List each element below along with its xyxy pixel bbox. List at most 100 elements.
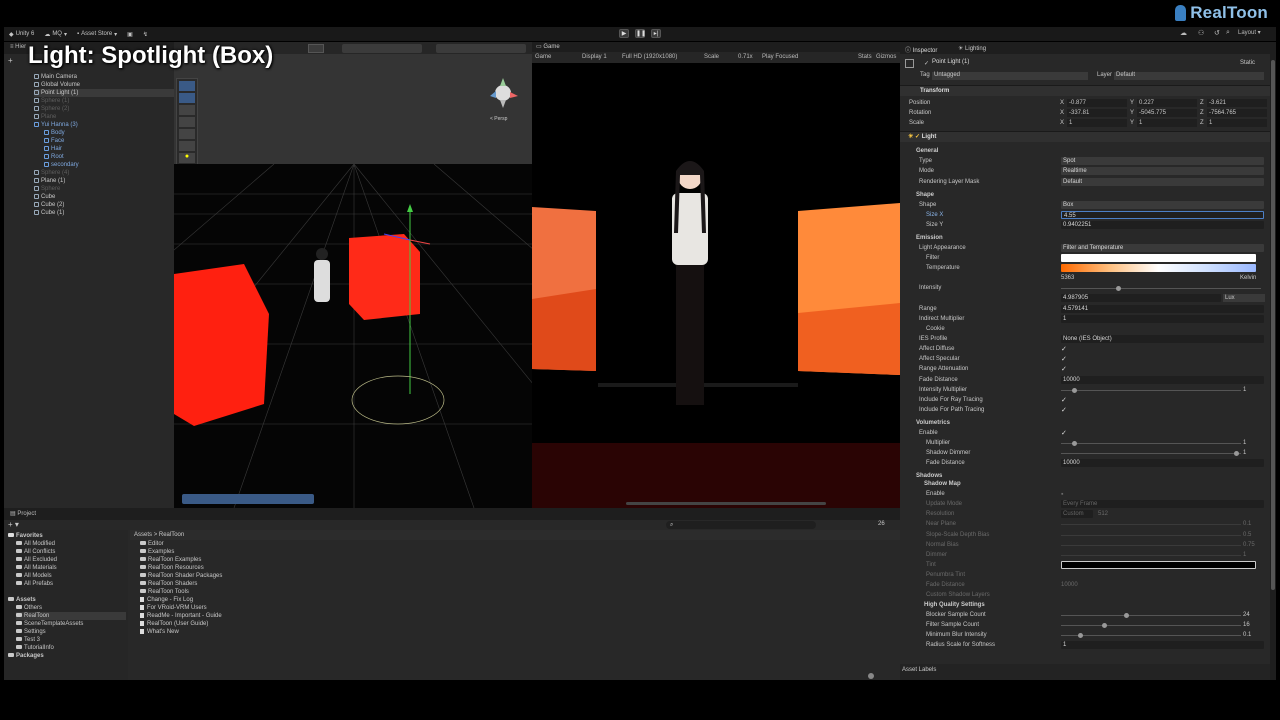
rect-tool-icon[interactable] [179, 129, 195, 139]
radius-scale-field[interactable]: 1 [1061, 641, 1264, 649]
asset-folder[interactable]: SceneTemplateAssets [16, 620, 126, 628]
view-tool-icon[interactable] [179, 81, 195, 91]
hierarchy-item[interactable]: Cube (1) [34, 209, 174, 217]
filter-color-field[interactable] [1061, 254, 1256, 262]
file-item[interactable]: Change - Fix Log [140, 596, 340, 604]
favorites-header[interactable]: Favorites [8, 532, 126, 540]
gizmos-button[interactable]: Gizmos [876, 54, 896, 60]
transform-x-field[interactable]: -0.877 [1067, 99, 1127, 107]
step-button[interactable]: ▸| [651, 29, 661, 38]
hierarchy-item[interactable]: Cube [34, 193, 174, 201]
hierarchy-item[interactable]: Root [44, 153, 174, 161]
scale-value[interactable]: 0.71x [738, 54, 753, 60]
favorite-item[interactable]: All Excluded [16, 556, 126, 564]
scene-toggle-icon[interactable] [308, 44, 324, 53]
light-header[interactable]: ☀ ✓ Light [900, 131, 1270, 142]
game-tab[interactable]: ▭ Game [532, 42, 900, 52]
transform-tool-icon[interactable] [179, 141, 195, 151]
resolution-dropdown[interactable]: Custom [1061, 510, 1093, 518]
type-dropdown[interactable]: Spot [1061, 157, 1264, 165]
blocker-sample-knob[interactable] [1124, 613, 1129, 618]
collaborate-icon[interactable]: ⚇ [1198, 29, 1204, 37]
resolution-dropdown[interactable]: Full HD (1920x1080) [622, 54, 677, 60]
tag-dropdown[interactable]: Untagged [932, 72, 1088, 80]
transform-header[interactable]: Transform [900, 85, 1270, 96]
display-dropdown[interactable]: Display 1 [582, 54, 607, 60]
unity-menu-button[interactable]: ◆ Unity 6 [4, 27, 39, 41]
stats-button[interactable]: Stats [858, 54, 872, 60]
intensity-field[interactable]: 4.987905 [1061, 294, 1221, 302]
game-view[interactable]: ▭ Game Game Display 1 Full HD (1920x1080… [532, 42, 900, 508]
create-icon[interactable]: + ▾ [8, 520, 19, 529]
volumetric-fade-distance-field[interactable]: 10000 [1061, 459, 1264, 467]
account-button[interactable]: ☁ MQ ▾ [39, 27, 72, 41]
package-icon[interactable]: ▣ [122, 27, 138, 41]
hierarchy-item[interactable]: Sphere [34, 185, 174, 193]
file-item[interactable]: RealToon Shaders [140, 580, 340, 588]
move-tool-icon[interactable] [179, 93, 195, 103]
file-item[interactable]: For VRoid-VRM Users [140, 604, 340, 612]
transform-y-field[interactable]: 0.227 [1137, 99, 1197, 107]
file-item[interactable]: RealToon Tools [140, 588, 340, 596]
shadow-dimmer-slider[interactable] [1061, 453, 1241, 454]
volumetric-multiplier-slider[interactable] [1061, 443, 1241, 444]
fade-distance-field[interactable]: 10000 [1061, 376, 1264, 384]
transform-z-field[interactable]: -7564.765 [1207, 109, 1267, 117]
play-mode-dropdown[interactable]: Play Focused [762, 54, 798, 60]
add-icon[interactable]: + [8, 56, 13, 65]
min-blur-knob[interactable] [1078, 633, 1083, 638]
shape-section[interactable]: Shape [916, 192, 934, 198]
light-bulb-icon[interactable]: ● [179, 153, 195, 163]
hierarchy-item[interactable]: Main Camera [34, 73, 174, 81]
hierarchy-item[interactable]: Sphere (2) [34, 105, 174, 113]
transform-z-field[interactable]: -3.621 [1207, 99, 1267, 107]
scene-gizmo[interactable] [486, 76, 520, 110]
transform-x-field[interactable]: -337.81 [1067, 109, 1127, 117]
scene-overlay-toolbar[interactable] [182, 494, 314, 504]
near-plane-slider[interactable] [1061, 524, 1241, 525]
transform-z-field[interactable]: 1 [1207, 119, 1267, 127]
asset-folder[interactable]: RealToon [16, 612, 126, 620]
include-path-tracing-checkbox[interactable]: ✓ [1061, 406, 1067, 416]
history-icon[interactable]: ↺ [1214, 29, 1220, 37]
hierarchy-item[interactable]: secondary [44, 161, 174, 169]
range-field[interactable]: 4.579141 [1061, 305, 1264, 313]
hierarchy-item[interactable]: Global Volume [34, 81, 174, 89]
tint-color-field[interactable] [1061, 561, 1256, 569]
object-name-field[interactable]: Point Light (1) [932, 59, 1232, 68]
play-button[interactable]: ▶ [619, 29, 629, 38]
temperature-gradient[interactable] [1061, 264, 1256, 272]
file-item[interactable]: RealToon Resources [140, 564, 340, 572]
volumetrics-section[interactable]: Volumetrics [916, 420, 950, 426]
favorite-item[interactable]: All Materials [16, 564, 126, 572]
hierarchy-item[interactable]: Sphere (1) [34, 97, 174, 105]
file-item[interactable]: RealToon Examples [140, 556, 340, 564]
game-scrollbar[interactable] [626, 502, 826, 505]
hierarchy-item[interactable]: Hair [44, 145, 174, 153]
shadow-map-section[interactable]: Shadow Map [924, 481, 961, 487]
size-x-field[interactable]: 4.55 [1061, 211, 1264, 219]
breadcrumb-realtoon[interactable]: RealToon [159, 532, 184, 538]
temperature-value[interactable]: 5363 [1061, 273, 1074, 283]
file-item[interactable]: What's New [140, 628, 340, 636]
transform-x-field[interactable]: 1 [1067, 119, 1127, 127]
asset-folder[interactable]: Others [16, 604, 126, 612]
asset-folder[interactable]: Settings [16, 628, 126, 636]
favorite-item[interactable]: All Models [16, 572, 126, 580]
cloud-services-icon[interactable]: ☁ [1180, 29, 1187, 37]
intensity-unit-dropdown[interactable]: Lux [1223, 294, 1265, 302]
favorite-item[interactable]: All Modified [16, 540, 126, 548]
indirect-multiplier-field[interactable]: 1 [1061, 315, 1264, 323]
hierarchy-item[interactable]: Plane [34, 113, 174, 121]
hierarchy-item[interactable]: Face [44, 137, 174, 145]
game-view-dropdown[interactable]: Game [535, 54, 551, 60]
tab-inspector[interactable]: ⓘ Inspector [905, 45, 937, 54]
hierarchy-item[interactable]: Yui Hanna (3) [34, 121, 174, 129]
range-attenuation-checkbox[interactable]: ✓ [1061, 365, 1067, 375]
shape-dropdown[interactable]: Box [1061, 201, 1264, 209]
breadcrumb-assets[interactable]: Assets [134, 532, 152, 538]
collab-icon[interactable]: ↯ [138, 27, 153, 41]
layout-dropdown[interactable]: Layout ▾ [1238, 29, 1261, 36]
light-appearance-dropdown[interactable]: Filter and Temperature [1061, 244, 1264, 252]
filter-sample-slider[interactable] [1061, 625, 1241, 626]
